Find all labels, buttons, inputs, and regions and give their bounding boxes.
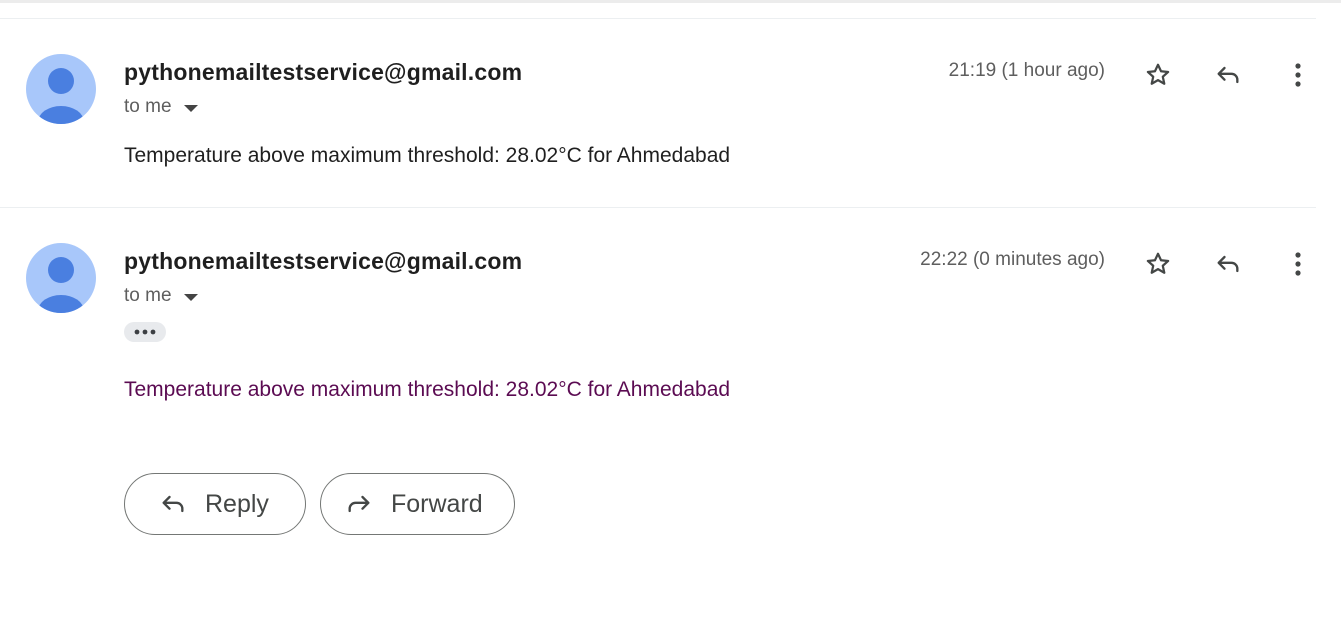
- avatar[interactable]: [26, 54, 96, 124]
- reply-icon: [162, 495, 184, 513]
- avatar[interactable]: [26, 243, 96, 313]
- recipient-details[interactable]: to me: [124, 96, 198, 118]
- top-divider: [0, 0, 1341, 3]
- more-vert-icon: [1295, 63, 1301, 87]
- forward-action-button[interactable]: Forward: [320, 473, 515, 535]
- sender-name[interactable]: pythonemailtestservice@gmail.com: [124, 248, 522, 275]
- star-icon: [1146, 63, 1170, 85]
- reply-action-label: Reply: [205, 489, 269, 518]
- person-icon: [38, 68, 84, 124]
- forward-action-label: Forward: [391, 489, 483, 518]
- person-icon: [38, 257, 84, 313]
- star-icon: [1146, 252, 1170, 274]
- recipient-label: to me: [124, 285, 172, 306]
- reply-button[interactable]: [1208, 244, 1248, 284]
- recipient-label: to me: [124, 96, 172, 117]
- ellipsis-icon: [134, 329, 156, 335]
- email-message: pythonemailtestservice@gmail.com to me 2…: [0, 207, 1316, 621]
- reply-icon: [1217, 66, 1239, 84]
- email-thread: pythonemailtestservice@gmail.com to me 2…: [0, 0, 1341, 621]
- star-button[interactable]: [1138, 244, 1178, 284]
- message-body: Temperature above maximum threshold: 28.…: [124, 144, 731, 167]
- more-options-button[interactable]: [1278, 55, 1318, 95]
- more-vert-icon: [1295, 252, 1301, 276]
- message-time: 22:22 (0 minutes ago): [920, 249, 1105, 270]
- show-trimmed-content-button[interactable]: [124, 322, 166, 342]
- reply-icon: [1217, 255, 1239, 273]
- star-button[interactable]: [1138, 55, 1178, 95]
- message-body: Temperature above maximum threshold: 28.…: [124, 378, 731, 401]
- forward-icon: [348, 495, 370, 513]
- more-options-button[interactable]: [1278, 244, 1318, 284]
- message-time: 21:19 (1 hour ago): [948, 60, 1105, 81]
- caret-down-icon[interactable]: [183, 104, 198, 112]
- reply-button[interactable]: [1208, 55, 1248, 95]
- email-message: pythonemailtestservice@gmail.com to me 2…: [0, 18, 1316, 209]
- recipient-details[interactable]: to me: [124, 285, 198, 307]
- reply-action-button[interactable]: Reply: [124, 473, 306, 535]
- sender-name[interactable]: pythonemailtestservice@gmail.com: [124, 59, 522, 86]
- caret-down-icon[interactable]: [183, 293, 198, 301]
